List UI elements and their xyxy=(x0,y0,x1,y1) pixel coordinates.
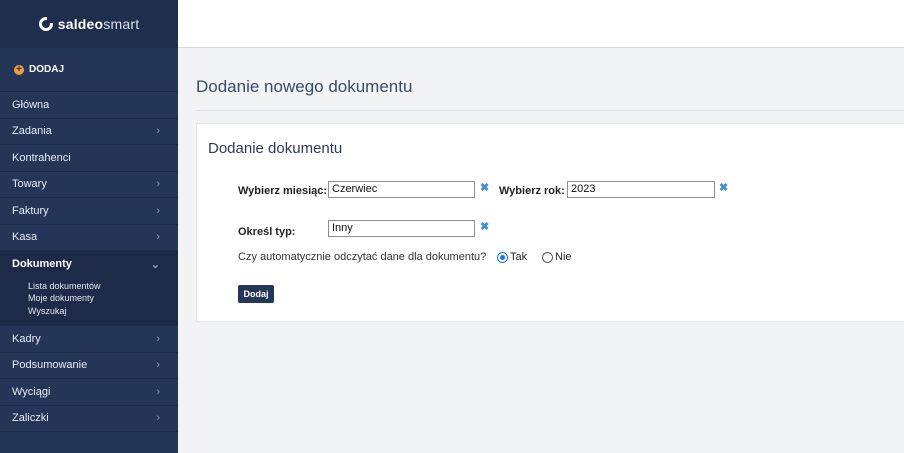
chevron-right-icon: › xyxy=(156,332,160,345)
card-title: Dodanie dokumentu xyxy=(208,140,343,157)
subnav-item-lista-dokumentow[interactable]: Lista dokumentów xyxy=(28,280,178,293)
sidebar-item-label: Dokumenty xyxy=(12,258,72,271)
sidebar-item-label: Towary xyxy=(12,178,47,191)
sidebar-item-label: Zadania xyxy=(12,125,52,138)
sidebar-item-zaliczki[interactable]: Zaliczki › xyxy=(0,406,178,432)
sidebar-item-label: Zaliczki xyxy=(12,412,49,425)
chevron-right-icon: › xyxy=(156,204,160,217)
sidebar-item-label: Faktury xyxy=(12,204,49,217)
sidebar-item-towary[interactable]: Towary › xyxy=(0,172,178,198)
chevron-right-icon: › xyxy=(156,385,160,398)
sidebar-item-faktury[interactable]: Faktury › xyxy=(0,198,178,225)
sidebar-item-g-wna[interactable]: Główna xyxy=(0,92,178,119)
plus-circle-icon: + xyxy=(14,64,24,75)
logo-icon xyxy=(38,17,53,31)
add-button[interactable]: + DODAJ xyxy=(0,48,178,92)
chevron-right-icon: › xyxy=(156,412,160,425)
chevron-right-icon: › xyxy=(156,125,160,138)
radio-selected-icon xyxy=(497,251,508,263)
radio-yes-label: Tak xyxy=(510,251,528,263)
sidebar-item-label: Kasa xyxy=(12,231,38,244)
sidebar-item-label: Wyciągi xyxy=(12,385,51,398)
submit-button[interactable]: Dodaj xyxy=(238,285,274,303)
sidebar-item-kadry[interactable]: Kadry › xyxy=(0,326,178,353)
sidebar-item-label: Główna xyxy=(12,98,50,111)
month-input[interactable]: Czerwiec xyxy=(328,181,475,198)
clear-month-icon[interactable]: ✖ xyxy=(480,181,489,194)
form-card: Dodanie dokumentu Wybierz miesiąc: Czerw… xyxy=(196,123,904,322)
sidebar-item-wyci-gi[interactable]: Wyciągi › xyxy=(0,379,178,406)
radio-unselected-icon xyxy=(542,251,553,263)
chevron-right-icon: › xyxy=(156,231,160,244)
clear-year-icon[interactable]: ✖ xyxy=(719,181,728,194)
auto-read-question: Czy automatycznie odczytać dane dla doku… xyxy=(238,251,487,263)
year-label: Wybierz rok: xyxy=(499,185,565,197)
subnav-item-wyszukaj[interactable]: Wyszukaj xyxy=(28,305,178,318)
sidebar-item-dokumenty[interactable]: Dokumenty ⌄ xyxy=(0,251,178,278)
type-label: Określ typ: xyxy=(238,226,296,238)
logo[interactable]: saldeosmart xyxy=(0,0,178,48)
sidebar-subnav: Lista dokumentów Moje dokumenty Wyszukaj xyxy=(0,277,178,326)
add-button-label: DODAJ xyxy=(29,64,65,75)
clear-type-icon[interactable]: ✖ xyxy=(480,220,489,233)
sidebar-item-zadania[interactable]: Zadania › xyxy=(0,119,178,145)
sidebar-item-label: Kontrahenci xyxy=(12,151,71,164)
chevron-right-icon: › xyxy=(156,359,160,372)
sidebar: saldeosmart + DODAJ Główna Zadania › Kontra… xyxy=(0,0,178,453)
divider xyxy=(196,110,904,111)
radio-no-label: Nie xyxy=(555,251,572,263)
sidebar-item-label: Kadry xyxy=(12,332,41,345)
sidebar-item-podsumowanie[interactable]: Podsumowanie › xyxy=(0,353,178,379)
type-input[interactable]: Inny xyxy=(328,220,475,237)
logo-text: saldeosmart xyxy=(57,16,140,32)
sidebar-item-kontrahenci[interactable]: Kontrahenci xyxy=(0,145,178,172)
chevron-right-icon: › xyxy=(156,178,160,191)
page-title: Dodanie nowego dokumentu xyxy=(196,77,413,96)
year-input[interactable]: 2023 xyxy=(567,181,715,198)
subnav-item-moje-dokumenty[interactable]: Moje dokumenty xyxy=(28,292,178,305)
sidebar-item-kasa[interactable]: Kasa › xyxy=(0,225,178,251)
chevron-down-icon: ⌄ xyxy=(150,258,160,271)
sidebar-item-label: Podsumowanie xyxy=(12,359,88,372)
month-label: Wybierz miesiąc: xyxy=(238,185,328,197)
top-bar xyxy=(178,0,904,48)
radio-yes[interactable]: Tak xyxy=(497,251,527,263)
radio-no[interactable]: Nie xyxy=(542,251,572,263)
